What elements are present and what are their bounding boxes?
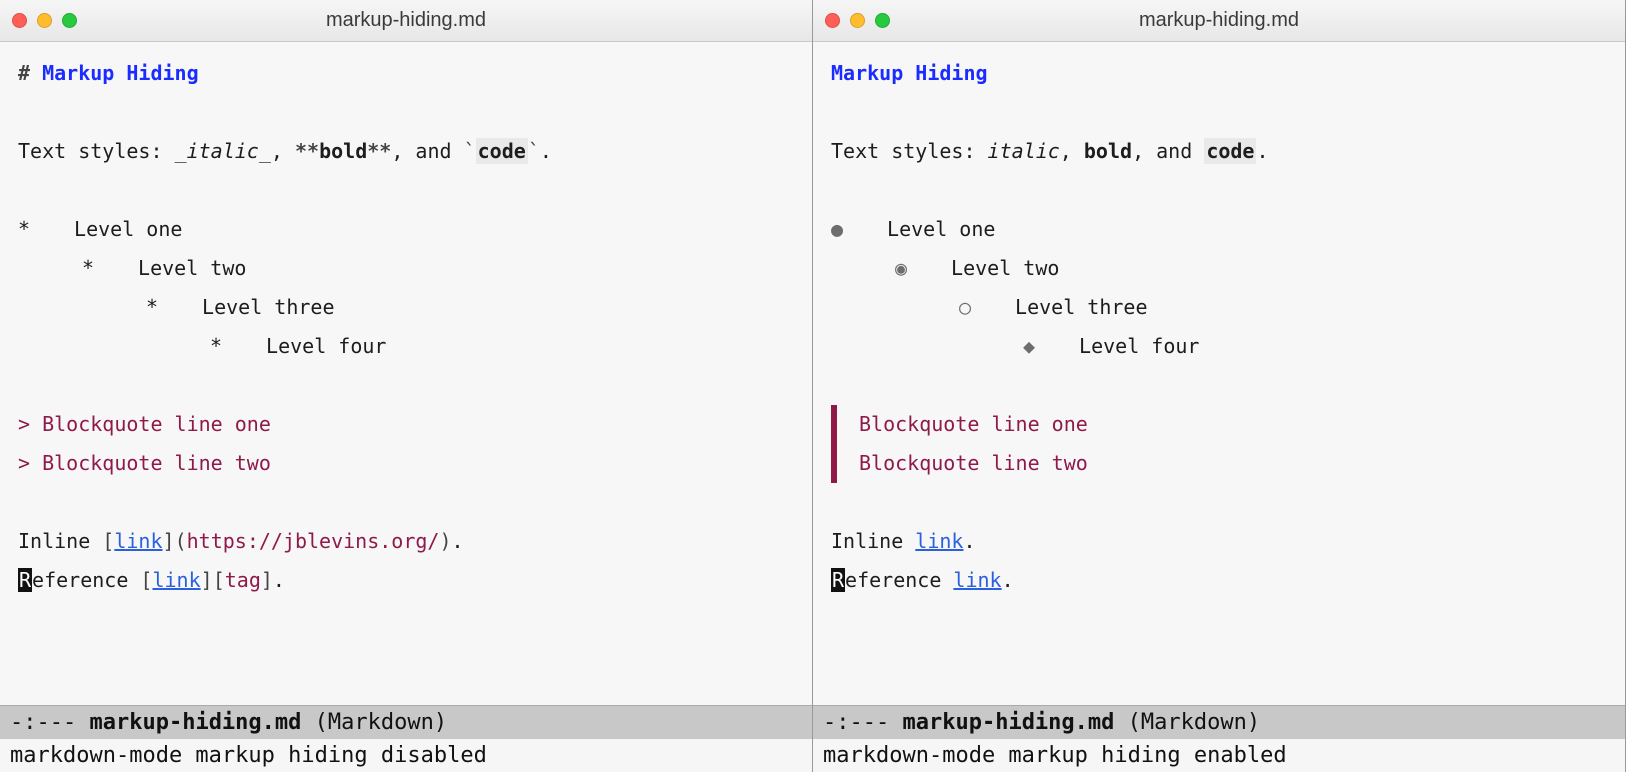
- window-left: markup-hiding.md # Markup Hiding Text st…: [0, 0, 813, 772]
- text-styles-line: Text styles: _italic_, **bold**, and `co…: [18, 132, 794, 171]
- heading-line: # Markup Hiding: [18, 54, 794, 93]
- list-item-2: * Level two: [18, 249, 794, 288]
- list-item-1: ● Level one: [831, 210, 1607, 249]
- reference-link-line: Reference [link][tag].: [18, 561, 794, 600]
- quote-text: Blockquote line two: [859, 444, 1607, 483]
- minimize-icon[interactable]: [37, 13, 52, 28]
- text-styles-prefix: Text styles:: [18, 139, 175, 163]
- inline-link[interactable]: link: [114, 529, 162, 553]
- italic-open: _: [175, 139, 187, 163]
- blank-line: [831, 171, 1607, 210]
- minibuffer-right[interactable]: markdown-mode markup hiding enabled: [813, 739, 1625, 772]
- list-label: Level three: [1015, 295, 1147, 319]
- list-label: Level two: [951, 256, 1059, 280]
- bullet-icon: ◆: [1023, 334, 1035, 358]
- reference-link[interactable]: link: [953, 568, 1001, 592]
- text-styles-line: Text styles: italic, bold, and code.: [831, 132, 1607, 171]
- cursor: R: [831, 568, 845, 592]
- list-label: Level four: [266, 334, 386, 358]
- editor-left[interactable]: # Markup Hiding Text styles: _italic_, *…: [0, 42, 812, 705]
- list-label: Level three: [202, 295, 334, 319]
- titlebar-right[interactable]: markup-hiding.md: [813, 0, 1625, 42]
- modeline-right[interactable]: -:--- markup-hiding.md (Markdown): [813, 705, 1625, 739]
- blockquote-line-2: > Blockquote line two: [18, 444, 794, 483]
- quote-marker: >: [18, 412, 30, 436]
- zoom-icon[interactable]: [875, 13, 890, 28]
- inline-link-line: Inline link.: [831, 522, 1607, 561]
- titlebar-left[interactable]: markup-hiding.md: [0, 0, 812, 42]
- list-label: Level two: [138, 256, 246, 280]
- blank-line: [18, 483, 794, 522]
- close-icon[interactable]: [825, 13, 840, 28]
- list-item-1: * Level one: [18, 210, 794, 249]
- list-item-3: ○ Level three: [831, 288, 1607, 327]
- minibuffer-left[interactable]: markdown-mode markup hiding disabled: [0, 739, 812, 772]
- code-open: `: [464, 139, 476, 163]
- zoom-icon[interactable]: [62, 13, 77, 28]
- text-styles-prefix: Text styles:: [831, 139, 988, 163]
- code-close: `: [528, 139, 540, 163]
- list-item-3: * Level three: [18, 288, 794, 327]
- quote-text: Blockquote line two: [42, 451, 271, 475]
- code-text: code: [1204, 138, 1256, 164]
- italic-close: _: [259, 139, 271, 163]
- reference-link[interactable]: link: [152, 568, 200, 592]
- list-item-4: ◆ Level four: [831, 327, 1607, 366]
- bullet-icon: ○: [959, 295, 971, 319]
- code-text: code: [476, 138, 528, 164]
- bullet-icon: *: [146, 295, 158, 319]
- bullet-icon: *: [82, 256, 94, 280]
- heading-hash: #: [18, 61, 30, 85]
- inline-link-line: Inline [link](https://jblevins.org/).: [18, 522, 794, 561]
- bold-text: bold: [319, 139, 367, 163]
- cursor: R: [18, 568, 32, 592]
- close-icon[interactable]: [12, 13, 27, 28]
- bullet-icon: ◉: [895, 256, 907, 280]
- quote-text: Blockquote line one: [859, 405, 1607, 444]
- quote-text: Blockquote line one: [42, 412, 271, 436]
- bullet-icon: *: [210, 334, 222, 358]
- minimize-icon[interactable]: [850, 13, 865, 28]
- list-item-2: ◉ Level two: [831, 249, 1607, 288]
- italic-text: italic: [988, 139, 1060, 163]
- list-item-4: * Level four: [18, 327, 794, 366]
- buffer-name: markup-hiding.md: [902, 710, 1114, 735]
- modeline-left[interactable]: -:--- markup-hiding.md (Markdown): [0, 705, 812, 739]
- list-label: Level four: [1079, 334, 1199, 358]
- blockquote: Blockquote line one Blockquote line two: [831, 405, 1607, 483]
- blockquote-line-1: > Blockquote line one: [18, 405, 794, 444]
- link-url: https://jblevins.org/: [187, 529, 440, 553]
- blank-line: [18, 366, 794, 405]
- list-label: Level one: [887, 217, 995, 241]
- traffic-lights-left: [12, 13, 77, 28]
- bullet-icon: ●: [831, 217, 843, 241]
- editor-right[interactable]: Markup Hiding Text styles: italic, bold,…: [813, 42, 1625, 705]
- bullet-icon: *: [18, 217, 30, 241]
- reference-tag: tag: [225, 568, 261, 592]
- blank-line: [831, 366, 1607, 405]
- italic-text: italic: [187, 139, 259, 163]
- bold-close: **: [367, 139, 391, 163]
- window-title-left: markup-hiding.md: [12, 9, 800, 32]
- quote-marker: >: [18, 451, 30, 475]
- heading-line: Markup Hiding: [831, 54, 1607, 93]
- bold-text: bold: [1084, 139, 1132, 163]
- bold-open: **: [295, 139, 319, 163]
- list-label: Level one: [74, 217, 182, 241]
- heading-text: Markup Hiding: [42, 61, 199, 85]
- blank-line: [831, 483, 1607, 522]
- window-title-right: markup-hiding.md: [825, 9, 1613, 32]
- inline-link[interactable]: link: [915, 529, 963, 553]
- window-right: markup-hiding.md Markup Hiding Text styl…: [813, 0, 1626, 772]
- traffic-lights-right: [825, 13, 890, 28]
- blank-line: [18, 93, 794, 132]
- major-mode: (Markdown): [1128, 710, 1260, 735]
- blank-line: [18, 171, 794, 210]
- heading-text: Markup Hiding: [831, 61, 988, 85]
- buffer-name: markup-hiding.md: [89, 710, 301, 735]
- reference-link-line: Reference link.: [831, 561, 1607, 600]
- blank-line: [831, 93, 1607, 132]
- major-mode: (Markdown): [315, 710, 447, 735]
